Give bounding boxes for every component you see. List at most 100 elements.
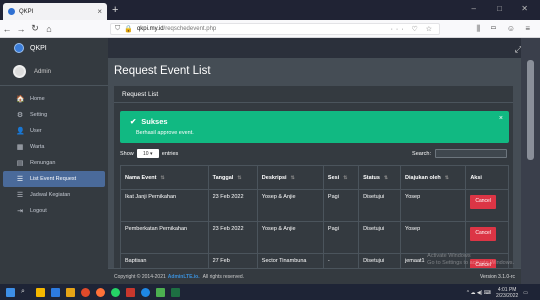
- excel-icon[interactable]: [171, 287, 180, 297]
- close-window-button[interactable]: ✕: [521, 4, 528, 13]
- column-header[interactable]: Nama Event ⇅: [120, 165, 209, 190]
- logout-icon: ⇥: [17, 208, 23, 215]
- app-icon-green[interactable]: [156, 287, 165, 297]
- whatsapp-icon[interactable]: [111, 287, 120, 297]
- cell-sesi: Pagi: [322, 221, 360, 254]
- windows-taskbar: ⌕ ^ ☁ ◀) ⌨ 4:01 PM 2/23/2022 ▭: [0, 284, 540, 300]
- favicon-icon: [8, 8, 15, 15]
- sort-icon[interactable]: ⇅: [445, 175, 449, 181]
- cell-by: Yosep: [400, 221, 467, 254]
- list-icon: ☰: [16, 192, 24, 199]
- browser-tab-bar: QKPI × + – □ ✕: [0, 0, 540, 20]
- home-icon: 🏠: [16, 96, 25, 103]
- file-explorer-icon[interactable]: [36, 287, 45, 297]
- store-icon[interactable]: [51, 287, 60, 297]
- sidebar-item-label: Logout: [30, 208, 47, 214]
- cell-by: Yosep: [400, 189, 467, 222]
- cell-event: Ikat Janji Pernikahan: [120, 189, 209, 222]
- sidebar-item-renungan[interactable]: ▤ Renungan: [3, 155, 105, 171]
- firefox-icon[interactable]: [96, 287, 105, 297]
- search-label: Search:: [412, 150, 431, 157]
- app-icon-blue[interactable]: [141, 287, 150, 297]
- brand-logo-icon: [14, 43, 24, 53]
- show-label: Show: [120, 150, 134, 157]
- sidebar-item-setting[interactable]: ⚙ Setting: [3, 107, 105, 123]
- avatar: [13, 65, 26, 78]
- cell-action: Cancel: [465, 189, 509, 222]
- entries-select[interactable]: 10 ▾: [136, 149, 159, 158]
- column-header[interactable]: Tanggal ⇅: [207, 165, 258, 190]
- user-icon: 👤: [16, 128, 25, 135]
- address-bar[interactable]: ⛉ 🔒 qkpi.my.id/reqschedevent.php ··· ♡ ☆: [110, 23, 440, 35]
- check-icon: ✔: [130, 117, 137, 126]
- sidebar-item-label: Home: [30, 96, 45, 102]
- alert-close-icon[interactable]: ×: [499, 115, 503, 122]
- windows-activation-watermark: Activate Windows Go to Settings to activ…: [427, 253, 514, 267]
- column-header[interactable]: Sesi ⇅: [322, 165, 360, 190]
- table-search: Search:: [412, 149, 507, 158]
- sort-icon[interactable]: ⇅: [237, 175, 241, 181]
- sort-icon[interactable]: ⇅: [384, 175, 388, 181]
- url-actions[interactable]: ··· ♡ ☆: [391, 25, 435, 33]
- column-header[interactable]: Status ⇅: [358, 165, 402, 190]
- folder-icon[interactable]: [66, 287, 75, 297]
- forward-icon[interactable]: →: [14, 24, 28, 34]
- page-scrollbar[interactable]: [521, 38, 540, 284]
- sort-icon[interactable]: ⇅: [161, 175, 165, 181]
- sidebar-item-logout[interactable]: ⇥ Logout: [3, 203, 105, 219]
- browser-toolbar: ← → ↻ ⌂ ⛉ 🔒 qkpi.my.id/reqschedevent.php…: [0, 20, 540, 38]
- sort-icon[interactable]: ⇅: [343, 175, 347, 181]
- tray-icons[interactable]: ^ ☁ ◀) ⌨: [467, 290, 491, 296]
- chrome-icon[interactable]: [81, 287, 90, 297]
- scroll-thumb[interactable]: [527, 60, 534, 160]
- sidebar-item-label: List Event Request: [30, 176, 77, 182]
- back-icon[interactable]: ←: [0, 24, 14, 34]
- browser-tab[interactable]: QKPI ×: [3, 3, 107, 20]
- brand-link[interactable]: QKPI: [0, 38, 108, 58]
- table-header-row: Nama Event ⇅ Tanggal ⇅ Deskripsi ⇅ Sesi ⇅ Status…: [120, 165, 509, 190]
- cell-date: 23 Feb 2022: [207, 189, 258, 222]
- copyright-text: Copyright © 2014-2021: [114, 273, 166, 280]
- column-header[interactable]: Aksi: [465, 165, 509, 190]
- browser-toolbar-icons[interactable]: ⫼ ▭ ☺ ≡: [476, 24, 534, 34]
- cell-desc: Yosep & Anjie: [256, 189, 324, 222]
- cancel-button[interactable]: Cancel: [470, 227, 496, 241]
- card-header: Request List: [114, 86, 513, 103]
- book-icon: ▤: [16, 160, 24, 167]
- home-browser-icon[interactable]: ⌂: [42, 24, 56, 34]
- adminlte-link[interactable]: AdminLTE.io.: [168, 274, 200, 280]
- system-tray: ^ ☁ ◀) ⌨ 4:01 PM 2/23/2022 ▭: [467, 287, 528, 299]
- notifications-icon[interactable]: ▭: [523, 290, 528, 296]
- sidebar-item-label: User: [30, 128, 42, 134]
- sidebar-menu: 🏠 Home ⚙ Setting 👤 User ▦ Warta ▤ Renungan ☰ List E…: [0, 86, 108, 219]
- app-icon-red[interactable]: [126, 287, 135, 297]
- search-icon[interactable]: ⌕: [21, 288, 30, 297]
- cancel-button[interactable]: Cancel: [470, 195, 496, 209]
- sidebar-item-warta[interactable]: ▦ Warta: [3, 139, 105, 155]
- search-input[interactable]: [435, 149, 507, 158]
- brand-name: QKPI: [30, 44, 47, 52]
- reload-icon[interactable]: ↻: [28, 23, 42, 34]
- sidebar-item-label: Setting: [30, 112, 48, 118]
- sidebar-item-jadwal-kegiatan[interactable]: ☰ Jadwal Kegiatan: [3, 187, 105, 203]
- sidebar-item-home[interactable]: 🏠 Home: [3, 91, 105, 107]
- url-path: /reqschedevent.php: [163, 26, 217, 32]
- column-header[interactable]: Deskripsi ⇅: [256, 165, 324, 190]
- windows-start-icon[interactable]: [6, 287, 15, 297]
- sort-icon[interactable]: ⇅: [291, 175, 295, 181]
- user-panel[interactable]: Admin: [0, 58, 108, 86]
- user-name: Admin: [34, 68, 52, 75]
- cell-action: Cancel: [465, 221, 509, 254]
- alert-title: Sukses: [141, 117, 168, 126]
- footer: Copyright © 2014-2021 AdminLTE.io. All r…: [108, 268, 521, 284]
- sidebar-item-list-event-request[interactable]: ☰ List Event Request: [3, 171, 105, 187]
- minimize-button[interactable]: –: [472, 4, 476, 13]
- clock[interactable]: 4:01 PM 2/23/2022: [496, 287, 518, 299]
- close-tab-icon[interactable]: ×: [97, 7, 102, 16]
- sidebar-item-user[interactable]: 👤 User: [3, 123, 105, 139]
- maximize-button[interactable]: □: [497, 4, 502, 13]
- new-tab-button[interactable]: +: [112, 3, 118, 17]
- cell-event: Pemberkatan Pernikahan: [120, 221, 209, 254]
- entries-label: entries: [161, 150, 179, 157]
- column-header[interactable]: Diajukan oleh ⇅: [400, 165, 467, 190]
